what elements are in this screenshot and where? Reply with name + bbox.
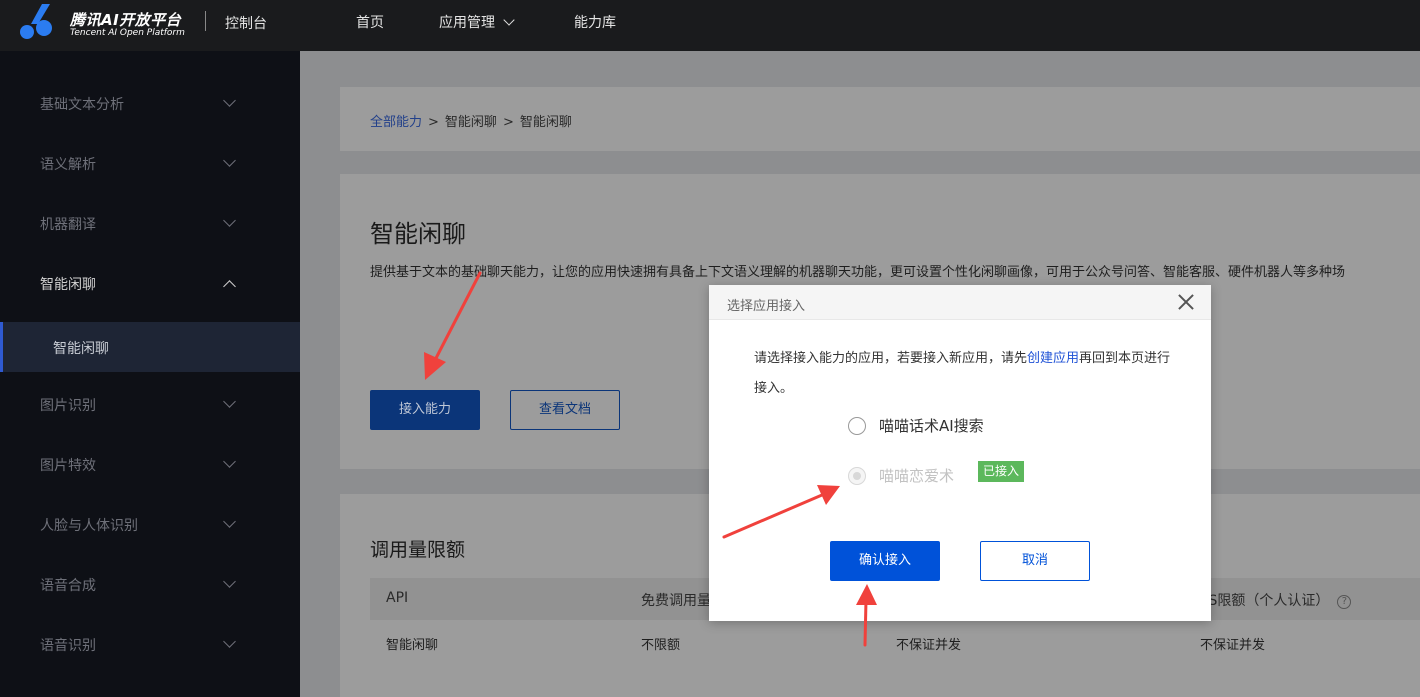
logo-divider	[205, 11, 206, 31]
chevron-down-icon	[503, 14, 515, 26]
sidebar-item-machine-translation[interactable]: 机器翻译	[0, 196, 300, 256]
table-cell-free-quota: 不限额	[641, 638, 681, 653]
console-link[interactable]: 控制台	[225, 13, 267, 33]
modal-title: 选择应用接入	[727, 299, 806, 314]
chevron-down-icon	[223, 635, 236, 648]
app-option-search[interactable]: 喵喵话术AI搜索	[848, 415, 984, 436]
sidebar-item-speech-recognition[interactable]: 语音识别	[0, 617, 300, 677]
table-cell-api: 智能闲聊	[386, 638, 439, 653]
sidebar-item-label: 智能闲聊	[40, 277, 96, 293]
breadcrumb-separator: >	[428, 115, 439, 130]
chevron-down-icon	[223, 575, 236, 588]
sidebar-item-label: 语音识别	[40, 638, 96, 654]
sidebar-item-label: 基础文本分析	[40, 97, 124, 113]
sidebar-subitem-label: 智能闲聊	[53, 341, 109, 357]
sidebar-item-text-analysis[interactable]: 基础文本分析	[0, 76, 300, 136]
modal-instruction: 请选择接入能力的应用，若要接入新应用，请先创建应用再回到本页进行接入。	[754, 344, 1174, 404]
app-option-love: 喵喵恋爱术	[848, 465, 954, 486]
nav-capability-library[interactable]: 能力库	[574, 12, 616, 32]
page-title: 智能闲聊	[370, 220, 466, 248]
sidebar-item-label: 机器翻译	[40, 217, 96, 233]
nav-home[interactable]: 首页	[356, 12, 384, 32]
confirm-access-button[interactable]: 确认接入	[830, 541, 940, 581]
sidebar-item-image-recognition[interactable]: 图片识别	[0, 377, 300, 437]
cancel-button[interactable]: 取消	[980, 541, 1090, 581]
radio-button[interactable]	[848, 416, 866, 435]
breadcrumb-root[interactable]: 全部能力	[370, 115, 422, 130]
sidebar-subitem-smart-chat[interactable]: 智能闲聊	[0, 322, 300, 372]
table-cell-qps-limit: 不保证并发	[1200, 638, 1266, 653]
chevron-up-icon	[223, 280, 236, 293]
chevron-down-icon	[223, 94, 236, 107]
select-app-modal: 选择应用接入 请选择接入能力的应用，若要接入新应用，请先创建应用再回到本页进行接…	[709, 285, 1211, 621]
modal-header: 选择应用接入	[709, 285, 1211, 320]
sidebar: 基础文本分析 语义解析 机器翻译 智能闲聊 智能闲聊 图片识别 图片特效 人脸与…	[0, 51, 300, 697]
breadcrumb: 全部能力 > 智能闲聊 > 智能闲聊	[370, 111, 572, 130]
page-description: 提供基于文本的基础聊天能力，让您的应用快速拥有具备上下文语义理解的机器聊天功能，…	[370, 265, 1346, 280]
access-capability-button[interactable]: 接入能力	[370, 390, 480, 430]
breadcrumb-level2: 智能闲聊	[519, 115, 572, 130]
sidebar-item-label: 语义解析	[40, 157, 96, 173]
table-header-qps-label: PS限额（个人认证）	[1200, 593, 1330, 609]
breadcrumb-separator: >	[502, 115, 514, 130]
sidebar-item-semantic-parsing[interactable]: 语义解析	[0, 136, 300, 196]
sidebar-item-label: 人脸与人体识别	[40, 518, 138, 534]
radio-button-disabled	[848, 466, 866, 485]
table-cell-concurrency: 不保证并发	[896, 638, 962, 653]
sidebar-item-label: 语音合成	[40, 578, 96, 594]
sidebar-item-image-effects[interactable]: 图片特效	[0, 437, 300, 497]
table-header-free-quota: 免费调用量	[641, 593, 711, 609]
top-bar: 腾讯AI开放平台 Tencent AI Open Platform 控制台 首页…	[0, 0, 1420, 51]
chevron-down-icon	[223, 515, 236, 528]
breadcrumb-level1: 智能闲聊	[444, 115, 497, 130]
sidebar-item-smart-chat[interactable]: 智能闲聊	[0, 256, 300, 316]
app-option-label: 喵喵话术AI搜索	[879, 417, 984, 435]
create-app-link[interactable]: 创建应用	[1027, 351, 1079, 366]
logo-title-cn: 腾讯AI开放平台	[70, 11, 182, 29]
chevron-down-icon	[223, 455, 236, 468]
view-docs-button[interactable]: 查看文档	[510, 390, 620, 430]
sidebar-item-label: 图片识别	[40, 398, 96, 414]
chevron-down-icon	[223, 214, 236, 227]
chevron-down-icon	[223, 154, 236, 167]
help-icon[interactable]: ?	[1337, 595, 1352, 609]
sidebar-item-speech-synthesis[interactable]: 语音合成	[0, 557, 300, 617]
sidebar-item-face-body[interactable]: 人脸与人体识别	[0, 497, 300, 557]
close-icon[interactable]	[1176, 292, 1196, 312]
table-header-api: API	[386, 590, 409, 606]
chevron-down-icon	[223, 395, 236, 408]
nav-app-management-label: 应用管理	[439, 15, 495, 31]
quota-section-title: 调用量限额	[370, 539, 466, 561]
tencent-ai-logo-icon[interactable]	[18, 2, 68, 42]
nav-app-management[interactable]: 应用管理	[439, 12, 515, 32]
modal-instruction-text: 请选择接入能力的应用，若要接入新应用，请先	[754, 351, 1028, 366]
table-header-qps-limit: PS限额（个人认证）?	[1200, 590, 1352, 610]
connected-badge: 已接入	[978, 461, 1025, 482]
logo-title-en: Tencent AI Open Platform	[70, 28, 185, 38]
sidebar-item-label: 图片特效	[40, 458, 96, 474]
app-option-label: 喵喵恋爱术	[879, 467, 955, 485]
